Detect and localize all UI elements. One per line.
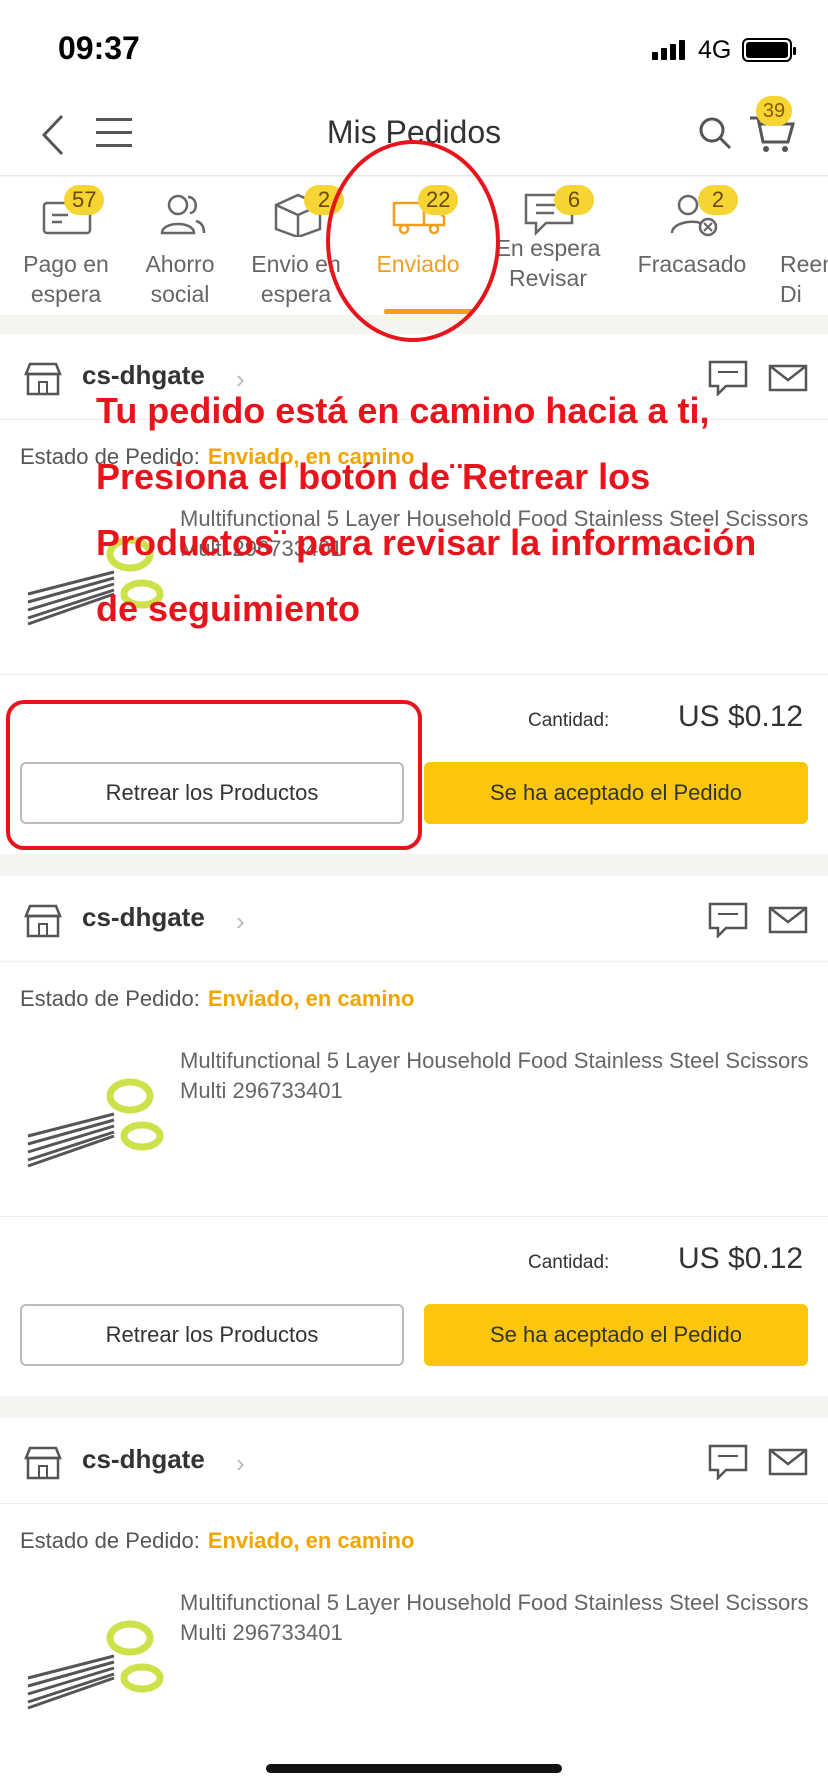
- clock: 09:37: [58, 30, 140, 66]
- track-products-button[interactable]: Retrear los Productos: [20, 1304, 404, 1366]
- confirm-received-button[interactable]: Se ha aceptado el Pedido: [424, 762, 808, 824]
- order-status: Estado de Pedido: Enviado, en camino: [20, 1528, 415, 1553]
- annotation-line: de seguimiento: [96, 588, 361, 629]
- tab-reembolso[interactable]: Reem Di: [758, 177, 828, 315]
- order-status: Estado de Pedido: Enviado, en camino: [20, 986, 415, 1011]
- annotation-circle-tab: [326, 140, 500, 342]
- annotation-line: Productos¨ para revisar la información: [96, 522, 757, 563]
- store-icon: [24, 362, 62, 396]
- order-status-value: Enviado, en camino: [207, 1528, 415, 1553]
- annotation-line: Tu pedido está en camino hacia a ti,: [96, 390, 710, 431]
- order-price: US $0.12: [678, 700, 804, 733]
- divider: [0, 1216, 828, 1217]
- store-icon: [24, 904, 62, 938]
- quantity-label: Cantidad:: [528, 1252, 610, 1273]
- mail-icon[interactable]: [768, 1448, 808, 1476]
- signal-icon: [652, 40, 688, 60]
- confirm-received-button[interactable]: Se ha aceptado el Pedido: [424, 1304, 808, 1366]
- product-title[interactable]: Multifunctional 5 Layer Household Food S…: [180, 1588, 810, 1648]
- store-header[interactable]: cs-dhgate ›: [0, 1418, 828, 1504]
- tab-badge: 6: [554, 185, 594, 215]
- search-icon[interactable]: [698, 116, 732, 150]
- divider: [0, 674, 828, 675]
- home-indicator[interactable]: [266, 1764, 562, 1773]
- battery-icon: [742, 38, 796, 62]
- store-icon: [24, 1446, 62, 1480]
- scissors-product-image[interactable]: [24, 1066, 164, 1176]
- tab-label: Fracasado: [637, 251, 747, 277]
- order-price: US $0.12: [678, 1242, 804, 1275]
- chat-icon[interactable]: [708, 902, 748, 938]
- order-status-value: Enviado, en camino: [207, 986, 415, 1011]
- tutorial-annotation: Tu pedido está en camino hacia a ti, Pre…: [96, 378, 824, 642]
- quantity-label: Cantidad:: [528, 710, 610, 731]
- network-type: 4G: [698, 36, 732, 64]
- order-card: cs-dhgate › Estado de Pedido: Enviado, en…: [0, 1418, 828, 1792]
- annotation-box-button: [6, 700, 422, 850]
- scissors-product-image[interactable]: [24, 1608, 164, 1718]
- mail-icon[interactable]: [768, 906, 808, 934]
- order-card: cs-dhgate › Estado de Pedido: Enviado, en…: [0, 876, 828, 1396]
- status-bar: 09:37 4G: [0, 0, 828, 96]
- chat-icon[interactable]: [708, 1444, 748, 1480]
- store-header[interactable]: cs-dhgate ›: [0, 876, 828, 962]
- store-name: cs-dhgate: [82, 1444, 205, 1474]
- chevron-right-icon: ›: [236, 906, 245, 936]
- cart-count-badge: 39: [756, 96, 792, 126]
- product-title[interactable]: Multifunctional 5 Layer Household Food S…: [180, 1046, 810, 1106]
- tab-badge: 2: [698, 185, 738, 215]
- group-icon: [160, 194, 206, 235]
- tab-fracasado[interactable]: 2 Fracasado: [622, 177, 762, 315]
- tab-badge: 57: [64, 185, 105, 215]
- store-name: cs-dhgate: [82, 902, 205, 932]
- chevron-right-icon: ›: [236, 1448, 245, 1478]
- tab-label: Reem Di: [780, 251, 828, 307]
- annotation-line: Presiona el botón de¨Retrear los: [96, 456, 651, 497]
